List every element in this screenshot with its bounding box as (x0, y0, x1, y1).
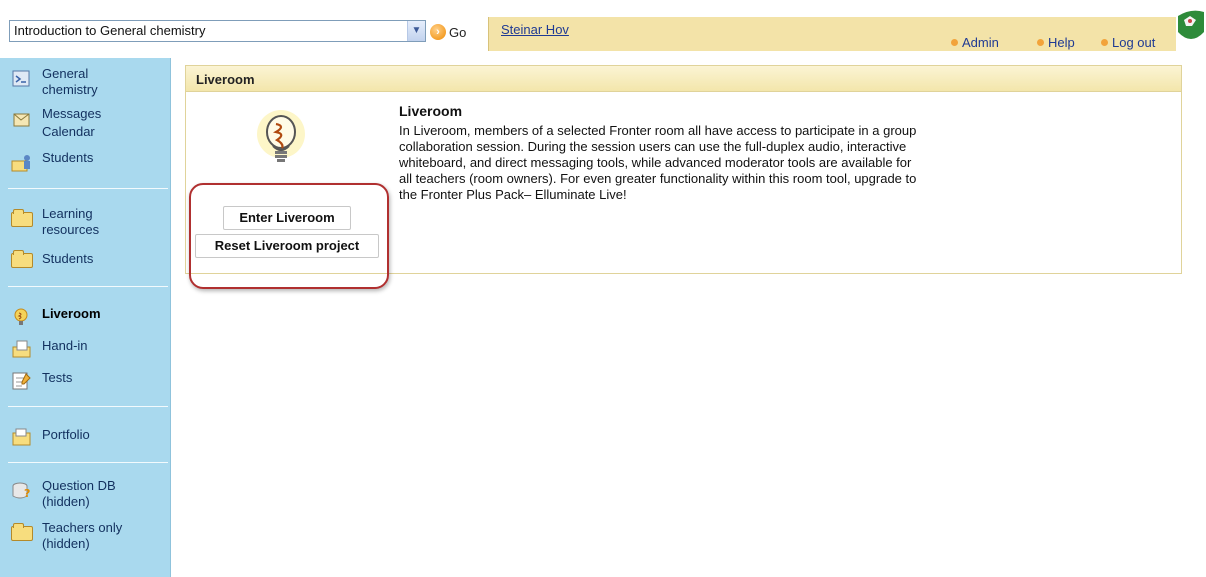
sidebar-item-students-folder[interactable]: Students (11, 250, 93, 268)
folder-icon (11, 250, 33, 268)
tests-icon (12, 372, 31, 390)
sidebar-item-label: General chemistry (42, 66, 98, 97)
bullet-icon (951, 39, 958, 46)
username-link[interactable]: Steinar Hov (501, 22, 569, 37)
course-select-value: Introduction to General chemistry (14, 23, 206, 38)
arrow-right-icon: › (430, 24, 446, 40)
school-logo-icon (1178, 10, 1204, 39)
sidebar-item-calendar[interactable]: Calendar (42, 124, 95, 140)
sidebar-item-label: Learning resources (42, 206, 100, 237)
enter-liveroom-button[interactable]: Enter Liveroom (223, 206, 351, 230)
sidebar-divider (8, 406, 168, 407)
sidebar-item-question-db[interactable]: ? Question DB (hidden) (11, 478, 122, 510)
sidebar-item-general-chemistry[interactable]: General chemistry (11, 66, 112, 98)
course-select[interactable]: Introduction to General chemistry (9, 20, 426, 42)
sidebar-item-label: Question DB (hidden) (42, 478, 116, 509)
sidebar-item-hand-in[interactable]: Hand-in (11, 336, 88, 359)
sidebar-item-label: Students (42, 150, 94, 165)
sidebar-item-tests[interactable]: Tests (11, 368, 72, 391)
sidebar-item-teachers-only[interactable]: Teachers only (hidden) (11, 520, 142, 552)
sidebar-divider (8, 286, 168, 287)
question-db-icon: ? (12, 482, 30, 500)
sidebar-item-learning-resources[interactable]: Learning resources (11, 206, 112, 238)
sidebar-item-label: Portfolio (42, 427, 90, 442)
liveroom-description: In Liveroom, members of a selected Front… (399, 123, 917, 202)
bullet-icon (1037, 39, 1044, 46)
go-button[interactable]: › Go (430, 22, 466, 42)
logout-link[interactable]: Log out (1101, 35, 1155, 50)
top-bar: Introduction to General chemistry ▼ › Go… (0, 0, 1206, 52)
sidebar-item-label: Messages (42, 106, 102, 121)
sidebar-item-label: Students (42, 251, 94, 266)
students-icon (11, 155, 30, 172)
sidebar-item-label: Liveroom (42, 306, 101, 321)
sidebar-divider (8, 462, 168, 463)
admin-link[interactable]: Admin (951, 35, 999, 50)
liveroom-icon (14, 308, 28, 325)
folder-icon (11, 523, 33, 541)
svg-text:?: ? (24, 487, 30, 500)
messages-icon (13, 113, 30, 127)
reset-liveroom-button[interactable]: Reset Liveroom project (195, 234, 379, 258)
admin-label: Admin (962, 35, 999, 50)
logout-label: Log out (1112, 35, 1156, 50)
sidebar-item-label: Calendar (42, 124, 95, 139)
folder-icon (11, 209, 33, 227)
help-label: Help (1048, 35, 1075, 50)
portfolio-icon (12, 428, 31, 446)
course-icon (12, 70, 30, 87)
sidebar-item-portfolio[interactable]: Portfolio (11, 424, 90, 447)
sidebar-item-label: Hand-in (42, 338, 88, 353)
sidebar-item-students[interactable]: Students (11, 150, 93, 173)
hand-in-icon (12, 340, 31, 358)
help-link[interactable]: Help (1037, 35, 1075, 50)
lightbulb-icon (257, 110, 305, 162)
sidebar-divider (8, 188, 168, 189)
bullet-icon (1101, 39, 1108, 46)
panel-header: Liveroom (186, 66, 1181, 92)
sidebar: General chemistry Messages Calendar Stud… (0, 58, 171, 577)
user-bar: Steinar Hov Admin Help Log out (488, 17, 1176, 51)
sidebar-item-label: Teachers only (hidden) (42, 520, 123, 551)
go-label: Go (449, 24, 467, 40)
sidebar-item-label: Tests (42, 370, 73, 385)
sidebar-item-liveroom[interactable]: Liveroom (11, 304, 101, 327)
chevron-down-icon[interactable]: ▼ (407, 21, 425, 41)
liveroom-title: Liveroom (399, 103, 463, 119)
